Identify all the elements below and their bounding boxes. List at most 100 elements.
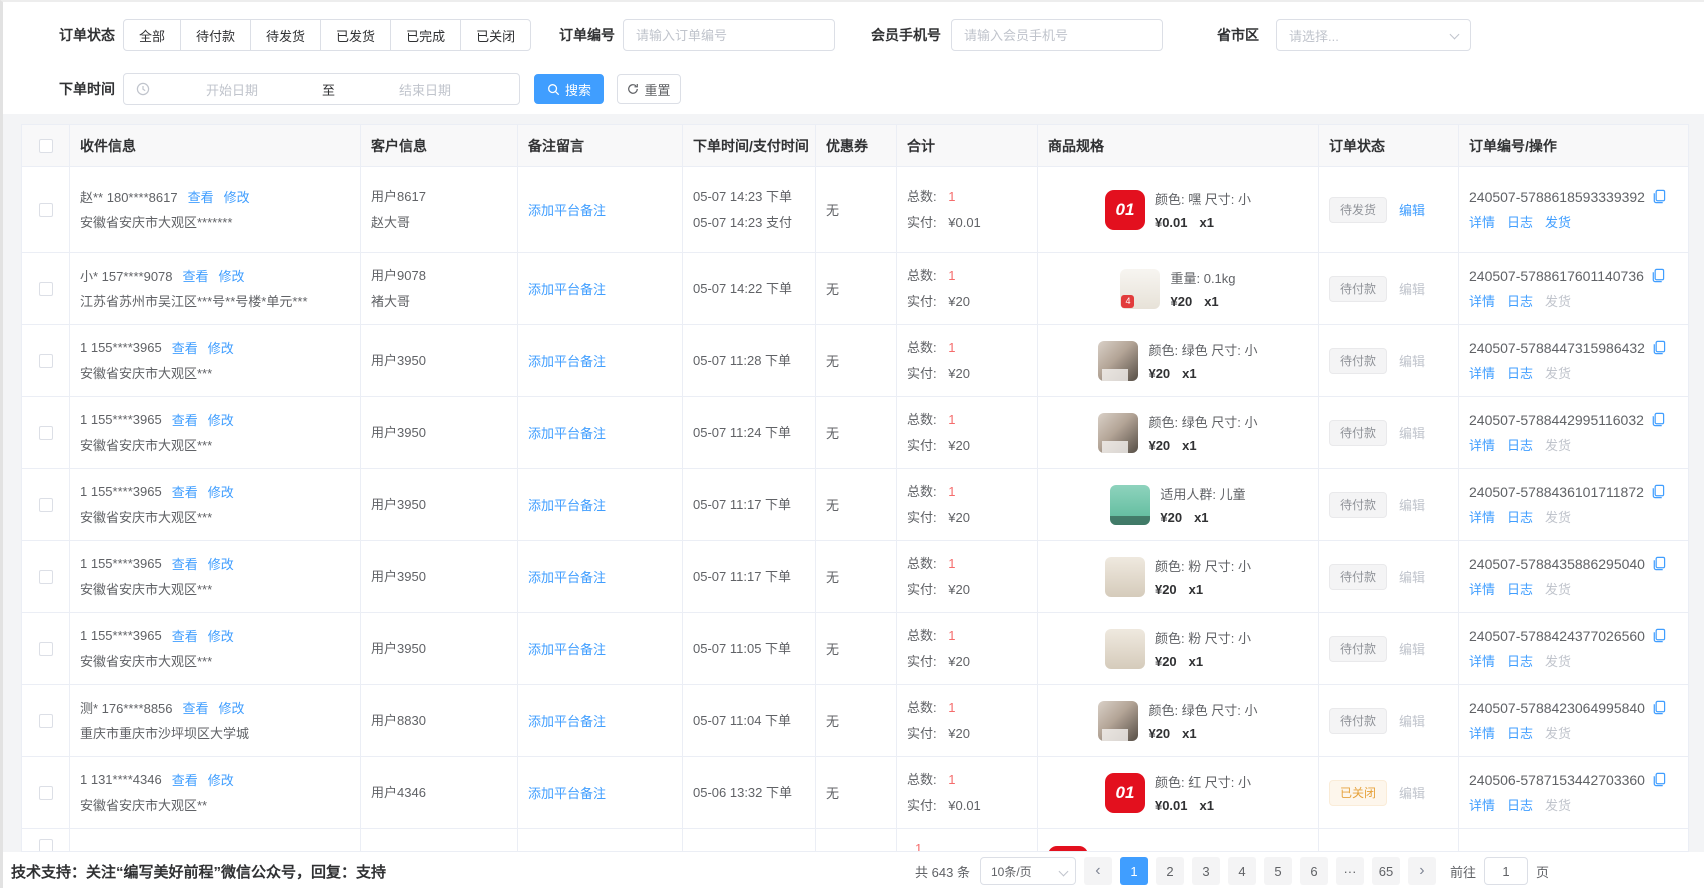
end-date-placeholder[interactable]: 结束日期 <box>343 80 507 99</box>
reset-button[interactable]: 重置 <box>617 74 681 104</box>
copy-icon[interactable] <box>1650 412 1665 427</box>
detail-link[interactable]: 详情 <box>1469 291 1495 310</box>
detail-link[interactable]: 详情 <box>1469 579 1495 598</box>
add-remark-link[interactable]: 添加平台备注 <box>528 567 672 586</box>
row-checkbox[interactable] <box>39 282 53 296</box>
ship-link[interactable]: 发货 <box>1545 795 1571 814</box>
log-link[interactable]: 日志 <box>1507 212 1533 231</box>
view-receiver-link[interactable]: 查看 <box>172 482 198 501</box>
goto-page-input[interactable] <box>1484 857 1528 885</box>
edit-order-link[interactable]: 编辑 <box>1399 423 1425 442</box>
ship-link[interactable]: 发货 <box>1545 651 1571 670</box>
ship-link[interactable]: 发货 <box>1545 723 1571 742</box>
edit-order-link[interactable]: 编辑 <box>1399 639 1425 658</box>
row-checkbox[interactable] <box>39 426 53 440</box>
view-receiver-link[interactable]: 查看 <box>172 338 198 357</box>
select-all-checkbox[interactable] <box>39 139 53 153</box>
order-status-tab[interactable]: 待发货 <box>250 19 321 51</box>
edit-order-link[interactable]: 编辑 <box>1399 279 1425 298</box>
log-link[interactable]: 日志 <box>1507 579 1533 598</box>
log-link[interactable]: 日志 <box>1507 651 1533 670</box>
copy-icon[interactable] <box>1651 772 1666 787</box>
view-receiver-link[interactable]: 查看 <box>183 266 209 285</box>
row-checkbox[interactable] <box>39 203 53 217</box>
detail-link[interactable]: 详情 <box>1469 435 1495 454</box>
modify-receiver-link[interactable]: 修改 <box>208 482 234 501</box>
copy-icon[interactable] <box>1651 556 1666 571</box>
order-status-tab[interactable]: 已完成 <box>390 19 461 51</box>
page-size-select[interactable]: 10条/页 <box>980 857 1076 885</box>
copy-icon[interactable] <box>1651 340 1666 355</box>
page-button[interactable]: 1 <box>1120 857 1148 885</box>
log-link[interactable]: 日志 <box>1507 795 1533 814</box>
row-checkbox[interactable] <box>39 570 53 584</box>
view-receiver-link[interactable]: 查看 <box>172 770 198 789</box>
edit-order-link[interactable]: 编辑 <box>1399 200 1425 219</box>
ship-link[interactable]: 发货 <box>1545 435 1571 454</box>
detail-link[interactable]: 详情 <box>1469 212 1495 231</box>
pager-ellipsis[interactable]: ··· <box>1336 857 1364 885</box>
order-status-tab[interactable]: 全部 <box>123 19 181 51</box>
copy-icon[interactable] <box>1650 484 1665 499</box>
modify-receiver-link[interactable]: 修改 <box>208 626 234 645</box>
ship-link[interactable]: 发货 <box>1545 579 1571 598</box>
add-remark-link[interactable]: 添加平台备注 <box>528 351 672 370</box>
modify-receiver-link[interactable]: 修改 <box>208 338 234 357</box>
log-link[interactable]: 日志 <box>1507 435 1533 454</box>
detail-link[interactable]: 详情 <box>1469 795 1495 814</box>
prev-page-button[interactable]: ‹ <box>1084 857 1112 885</box>
order-status-tab[interactable]: 已关闭 <box>460 19 531 51</box>
detail-link[interactable]: 详情 <box>1469 507 1495 526</box>
page-button[interactable]: 2 <box>1156 857 1184 885</box>
log-link[interactable]: 日志 <box>1507 723 1533 742</box>
region-select[interactable]: 请选择... <box>1276 19 1471 51</box>
edit-order-link[interactable]: 编辑 <box>1399 567 1425 586</box>
detail-link[interactable]: 详情 <box>1469 363 1495 382</box>
view-receiver-link[interactable]: 查看 <box>172 554 198 573</box>
edit-order-link[interactable]: 编辑 <box>1399 783 1425 802</box>
add-remark-link[interactable]: 添加平台备注 <box>528 200 672 219</box>
page-button[interactable]: 65 <box>1372 857 1400 885</box>
page-button[interactable]: 4 <box>1228 857 1256 885</box>
page-button[interactable]: 3 <box>1192 857 1220 885</box>
detail-link[interactable]: 详情 <box>1469 723 1495 742</box>
log-link[interactable]: 日志 <box>1507 363 1533 382</box>
copy-icon[interactable] <box>1651 189 1666 204</box>
modify-receiver-link[interactable]: 修改 <box>219 266 245 285</box>
order-time-range-picker[interactable]: 开始日期 至 结束日期 <box>123 73 520 105</box>
page-button[interactable]: 6 <box>1300 857 1328 885</box>
add-remark-link[interactable]: 添加平台备注 <box>528 423 672 442</box>
edit-order-link[interactable]: 编辑 <box>1399 495 1425 514</box>
modify-receiver-link[interactable]: 修改 <box>208 410 234 429</box>
add-remark-link[interactable]: 添加平台备注 <box>528 639 672 658</box>
log-link[interactable]: 日志 <box>1507 291 1533 310</box>
modify-receiver-link[interactable]: 修改 <box>219 698 245 717</box>
add-remark-link[interactable]: 添加平台备注 <box>528 783 672 802</box>
copy-icon[interactable] <box>1651 700 1666 715</box>
next-page-button[interactable]: › <box>1408 857 1436 885</box>
copy-icon[interactable] <box>1650 268 1665 283</box>
view-receiver-link[interactable]: 查看 <box>188 187 214 206</box>
row-checkbox[interactable] <box>39 642 53 656</box>
row-checkbox[interactable] <box>39 498 53 512</box>
row-checkbox[interactable] <box>39 839 53 852</box>
modify-receiver-link[interactable]: 修改 <box>208 770 234 789</box>
start-date-placeholder[interactable]: 开始日期 <box>150 80 314 99</box>
add-remark-link[interactable]: 添加平台备注 <box>528 279 672 298</box>
order-status-tab[interactable]: 已发货 <box>320 19 391 51</box>
view-receiver-link[interactable]: 查看 <box>183 698 209 717</box>
ship-link[interactable]: 发货 <box>1545 507 1571 526</box>
row-checkbox[interactable] <box>39 714 53 728</box>
ship-link[interactable]: 发货 <box>1545 212 1571 231</box>
modify-receiver-link[interactable]: 修改 <box>224 187 250 206</box>
row-checkbox[interactable] <box>39 354 53 368</box>
detail-link[interactable]: 详情 <box>1469 651 1495 670</box>
ship-link[interactable]: 发货 <box>1545 363 1571 382</box>
log-link[interactable]: 日志 <box>1507 507 1533 526</box>
row-checkbox[interactable] <box>39 786 53 800</box>
edit-order-link[interactable]: 编辑 <box>1399 351 1425 370</box>
copy-icon[interactable] <box>1651 628 1666 643</box>
search-button[interactable]: 搜索 <box>534 74 604 104</box>
order-no-input[interactable] <box>623 19 835 51</box>
ship-link[interactable]: 发货 <box>1545 291 1571 310</box>
